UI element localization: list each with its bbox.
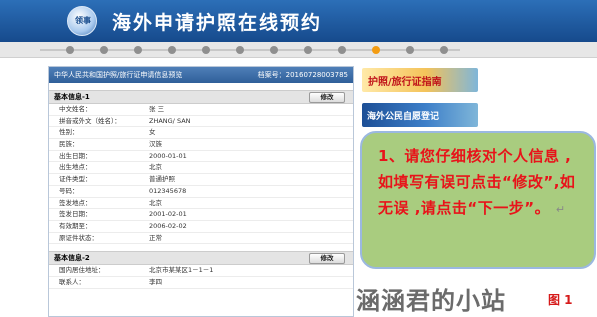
field-label: 国内居住地址： xyxy=(59,266,105,275)
step-progress-bar xyxy=(0,42,597,58)
field-label: 签发日期： xyxy=(59,210,92,219)
step-dot xyxy=(406,46,414,54)
field-value: 012345678 xyxy=(149,186,187,195)
edit-button[interactable]: 修改 xyxy=(309,253,345,265)
form-row: 中文姓名： 张 三 xyxy=(49,104,353,116)
section-basic-info-2: 基本信息-2 修改 xyxy=(49,251,353,266)
field-value: 张 三 xyxy=(149,105,165,113)
site-header: 领事 海外申请护照在线预约 xyxy=(0,0,597,42)
field-value: 2001-02-01 xyxy=(149,210,187,219)
return-mark: ↵ xyxy=(555,203,566,216)
step-dot xyxy=(338,46,346,54)
consular-logo-icon: 领事 xyxy=(67,6,97,36)
field-value: 汉族 xyxy=(149,140,162,149)
step-dot xyxy=(100,46,108,54)
passport-guide-banner[interactable]: 护照/旅行证指南 xyxy=(362,68,478,92)
field-label: 联系人： xyxy=(59,277,85,286)
step-dot xyxy=(270,46,278,54)
watermark: 涵涵君的小站 xyxy=(356,287,506,315)
field-value: 北京 xyxy=(149,198,162,207)
field-value: 2000-01-01 xyxy=(149,151,187,160)
step-dot xyxy=(168,46,176,54)
step-dot-active xyxy=(372,46,380,54)
site-title: 海外申请护照在线预约 xyxy=(112,12,323,34)
field-label: 性别： xyxy=(59,128,79,137)
file-number: 档案号：20160728003785 xyxy=(257,71,348,79)
form-row: 联系人： 李四 xyxy=(49,277,353,289)
banner-label: 海外公民自愿登记 xyxy=(367,112,440,122)
form-row: 号码： 012345678 xyxy=(49,186,353,198)
field-label: 有效期至： xyxy=(59,221,92,230)
field-value: 北京市某某区1－1－1 xyxy=(149,266,214,275)
field-value: 北京 xyxy=(149,163,162,172)
field-label: 拼音或外文（姓名）： xyxy=(59,116,121,125)
form-row: 出生日期： 2000-01-01 xyxy=(49,151,353,163)
field-label: 号码： xyxy=(59,186,79,195)
panel-header: 中华人民共和国护照/旅行证申请信息预览 档案号：20160728003785 xyxy=(49,67,353,83)
form-row: 拼音或外文（姓名）： ZHANG/ SAN xyxy=(49,116,353,128)
section-title: 基本信息-2 xyxy=(54,254,90,263)
field-label: 出生地点： xyxy=(59,163,92,172)
field-label: 出生日期： xyxy=(59,151,92,160)
banner-label: 护照/旅行证指南 xyxy=(368,77,442,88)
edit-button[interactable]: 修改 xyxy=(309,92,345,103)
field-value: 李四 xyxy=(149,277,162,286)
field-value: 普通护照 xyxy=(149,175,175,184)
instruction-note: 1、请您仔细核对个人信息 ,如填写有误可点击“修改”,如无误 ,请点击“下一步”… xyxy=(360,131,596,269)
field-label: 原证件状态： xyxy=(59,233,98,242)
form-row: 性别： 女 xyxy=(49,127,353,140)
step-dot xyxy=(202,46,210,54)
form-row: 签发日期： 2001-02-01 xyxy=(49,209,353,221)
form-row: 原证件状态： 正常 xyxy=(49,233,353,245)
step-dot xyxy=(236,46,244,54)
field-label: 签发地点： xyxy=(59,198,92,207)
field-label: 证件类型： xyxy=(59,175,92,184)
field-label: 中文姓名： xyxy=(59,105,92,113)
note-text: 1、请您仔细核对个人信息 ,如填写有误可点击“修改”,如无误 ,请点击“下一步”… xyxy=(378,147,576,217)
step-dot xyxy=(440,46,448,54)
application-preview-panel: 中华人民共和国护照/旅行证申请信息预览 档案号：20160728003785 基… xyxy=(48,66,354,317)
form-row: 有效期至： 2006-02-02 xyxy=(49,221,353,233)
form-row: 国内居住地址： 北京市某某区1－1－1 xyxy=(49,265,353,277)
form-row: 民族： 汉族 xyxy=(49,139,353,151)
section-title: 基本信息-1 xyxy=(54,93,90,101)
form-row: 签发地点： 北京 xyxy=(49,198,353,210)
form-row: 证件类型： 普通护照 xyxy=(49,174,353,186)
step-dot xyxy=(66,46,74,54)
field-value: ZHANG/ SAN xyxy=(149,116,191,125)
citizen-registration-banner[interactable]: 海外公民自愿登记 xyxy=(362,103,478,127)
logo-text: 领事 xyxy=(75,15,91,25)
step-dot xyxy=(134,46,142,54)
figure-label: 图 1 xyxy=(548,293,573,307)
field-value: 正常 xyxy=(149,233,162,242)
form-row: 出生地点： 北京 xyxy=(49,162,353,175)
field-label: 民族： xyxy=(59,140,79,149)
field-value: 女 xyxy=(149,128,156,137)
section-basic-info-1: 基本信息-1 修改 xyxy=(49,90,353,104)
step-dot xyxy=(304,46,312,54)
field-value: 2006-02-02 xyxy=(149,221,187,230)
panel-title: 中华人民共和国护照/旅行证申请信息预览 xyxy=(54,71,183,79)
